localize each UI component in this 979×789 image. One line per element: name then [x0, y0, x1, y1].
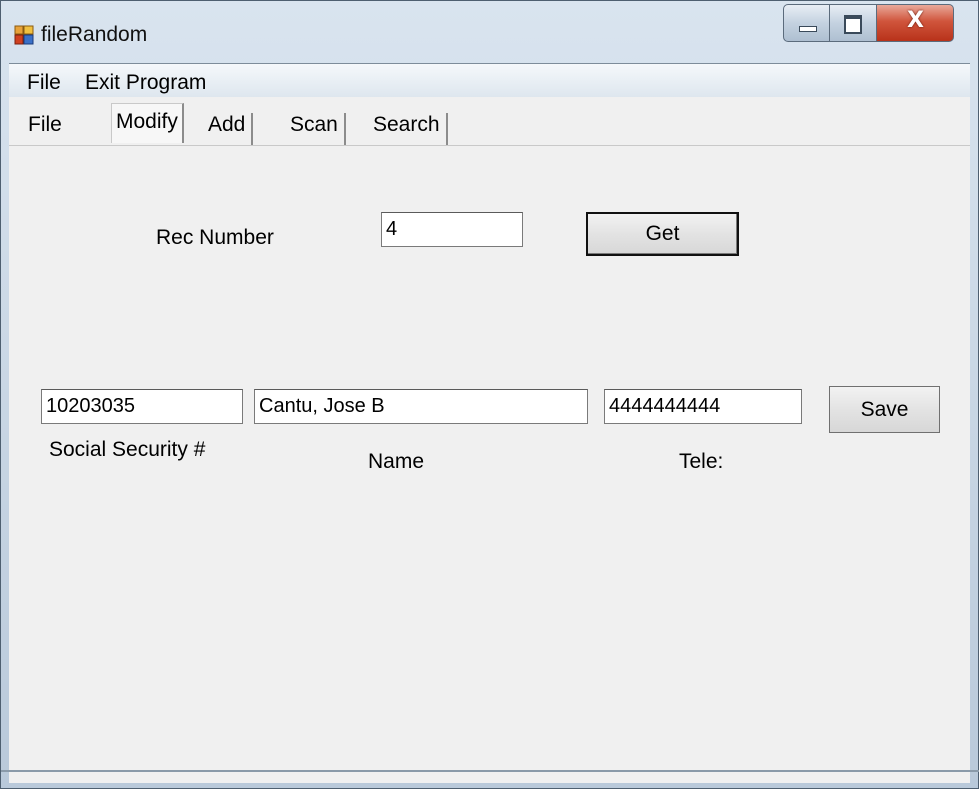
client-area: File Modify Add Scan Search Rec Number G… — [9, 97, 970, 783]
save-button[interactable]: Save — [829, 386, 940, 433]
menu-bar: File Exit Program — [9, 63, 970, 98]
tab-strip: File Modify Add Scan Search — [9, 103, 970, 145]
minimize-icon — [799, 26, 817, 32]
maximize-button[interactable] — [830, 4, 877, 42]
ssn-input[interactable] — [41, 389, 243, 424]
menu-exit-program[interactable]: Exit Program — [85, 71, 206, 95]
ssn-label: Social Security # — [49, 438, 206, 461]
menu-file[interactable]: File — [27, 71, 61, 95]
window-bottom-border — [1, 770, 979, 772]
minimize-button[interactable] — [783, 4, 830, 42]
tele-input[interactable] — [604, 389, 802, 424]
rec-number-label: Rec Number — [156, 226, 274, 249]
tab-search[interactable]: Search — [373, 113, 448, 145]
close-button[interactable]: X — [877, 4, 954, 42]
tab-scan[interactable]: Scan — [290, 113, 346, 145]
name-input[interactable] — [254, 389, 588, 424]
modify-tab-panel: Rec Number Get Save Social Security # Na… — [9, 145, 970, 783]
name-label: Name — [368, 450, 425, 473]
app-icon — [14, 25, 34, 45]
caption-buttons: X — [783, 4, 954, 42]
tab-add[interactable]: Add — [208, 113, 254, 145]
get-button[interactable]: Get — [586, 212, 739, 256]
rec-number-input[interactable] — [381, 212, 523, 247]
title-bar[interactable]: fileRandom X — [1, 1, 978, 61]
maximize-icon — [844, 15, 862, 34]
app-window: fileRandom X File Exit Program File Modi… — [0, 0, 979, 789]
tele-label: Tele: — [679, 450, 724, 473]
window-title: fileRandom — [41, 23, 148, 46]
tab-file[interactable]: File — [28, 113, 62, 145]
tab-modify[interactable]: Modify — [111, 103, 184, 143]
close-icon: X — [907, 8, 924, 33]
